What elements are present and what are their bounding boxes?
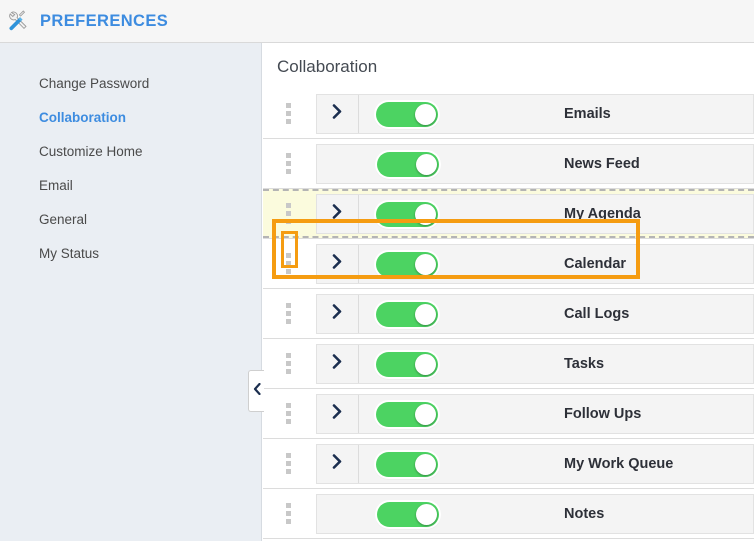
sidebar-item-collaboration[interactable]: Collaboration [0, 101, 261, 135]
module-label: News Feed [564, 156, 640, 172]
chevron-right-icon [332, 404, 343, 424]
expand-button[interactable] [317, 95, 359, 133]
module-row-panel: Emails [316, 94, 754, 134]
module-label: Calendar [564, 256, 627, 272]
drag-handle[interactable] [271, 339, 305, 389]
enable-toggle[interactable] [376, 101, 438, 127]
drag-handle[interactable] [271, 389, 305, 439]
expand-button[interactable] [317, 195, 359, 233]
table-row[interactable]: My Agenda [263, 189, 754, 239]
toggle-knob [415, 103, 436, 125]
chevron-left-icon [253, 382, 261, 400]
sidebar-item-customize-home[interactable]: Customize Home [0, 135, 261, 169]
module-label: Tasks [564, 356, 605, 372]
module-label: Emails [564, 106, 611, 122]
module-list: Emails News Feed My Agenda Calendar Call… [263, 89, 754, 539]
drag-handle[interactable] [271, 289, 305, 339]
expand-placeholder [317, 495, 360, 533]
module-label: Follow Ups [564, 406, 642, 422]
table-row[interactable]: Calendar [263, 239, 754, 289]
module-label: My Agenda [564, 206, 641, 222]
sidebar-collapse-handle[interactable] [248, 370, 264, 412]
table-row[interactable]: Call Logs [263, 289, 754, 339]
enable-toggle[interactable] [376, 351, 438, 377]
chevron-right-icon [332, 104, 343, 124]
toggle-knob [415, 253, 436, 275]
enable-toggle[interactable] [376, 301, 438, 327]
toggle-knob [415, 203, 436, 225]
chevron-right-icon [332, 354, 343, 374]
module-row-panel: Tasks [316, 344, 754, 384]
drag-handle[interactable] [271, 139, 305, 189]
table-row[interactable]: Tasks [263, 339, 754, 389]
tools-icon [7, 9, 31, 33]
module-row-panel: My Work Queue [316, 444, 754, 484]
enable-toggle[interactable] [376, 451, 438, 477]
enable-toggle[interactable] [376, 401, 438, 427]
enable-toggle[interactable] [376, 201, 438, 227]
module-label: My Work Queue [564, 456, 674, 472]
expand-placeholder [317, 145, 360, 183]
expand-button[interactable] [317, 395, 359, 433]
chevron-right-icon [332, 454, 343, 474]
section-title: Collaboration [277, 57, 378, 76]
table-row[interactable]: Notes [263, 489, 754, 539]
expand-button[interactable] [317, 445, 359, 483]
table-row[interactable]: Emails [263, 89, 754, 139]
expand-button[interactable] [317, 245, 359, 283]
module-label: Call Logs [564, 306, 630, 322]
module-row-panel: Calendar [316, 244, 754, 284]
chevron-right-icon [332, 254, 343, 274]
toggle-knob [415, 453, 436, 475]
module-row-panel: Follow Ups [316, 394, 754, 434]
drag-handle[interactable] [271, 189, 305, 239]
toggle-knob [415, 303, 436, 325]
sidebar-item-email[interactable]: Email [0, 169, 261, 203]
app-header: PREFERENCES [0, 0, 754, 43]
module-row-panel: Notes [316, 494, 754, 534]
table-row[interactable]: News Feed [263, 139, 754, 189]
expand-button[interactable] [317, 295, 359, 333]
module-row-panel: News Feed [316, 144, 754, 184]
preferences-sidebar: Change Password Collaboration Customize … [0, 43, 262, 541]
chevron-right-icon [332, 204, 343, 224]
drag-handle[interactable] [271, 439, 305, 489]
enable-toggle[interactable] [377, 151, 439, 177]
sidebar-item-change-password[interactable]: Change Password [0, 67, 261, 101]
collaboration-panel: Collaboration Emails News Feed My Agenda… [263, 43, 754, 541]
drag-handle[interactable] [271, 89, 305, 139]
module-label: Notes [564, 506, 605, 522]
enable-toggle[interactable] [376, 251, 438, 277]
toggle-knob [415, 353, 436, 375]
toggle-knob [416, 503, 437, 525]
enable-toggle[interactable] [377, 501, 439, 527]
module-row-panel: My Agenda [316, 194, 754, 234]
drag-handle[interactable] [271, 489, 305, 539]
sidebar-item-my-status[interactable]: My Status [0, 237, 261, 271]
module-row-panel: Call Logs [316, 294, 754, 334]
table-row[interactable]: Follow Ups [263, 389, 754, 439]
sidebar-item-general[interactable]: General [0, 203, 261, 237]
table-row[interactable]: My Work Queue [263, 439, 754, 489]
expand-button[interactable] [317, 345, 359, 383]
toggle-knob [415, 403, 436, 425]
page-title: PREFERENCES [40, 11, 169, 30]
toggle-knob [416, 153, 437, 175]
chevron-right-icon [332, 304, 343, 324]
drag-handle[interactable] [271, 239, 305, 289]
